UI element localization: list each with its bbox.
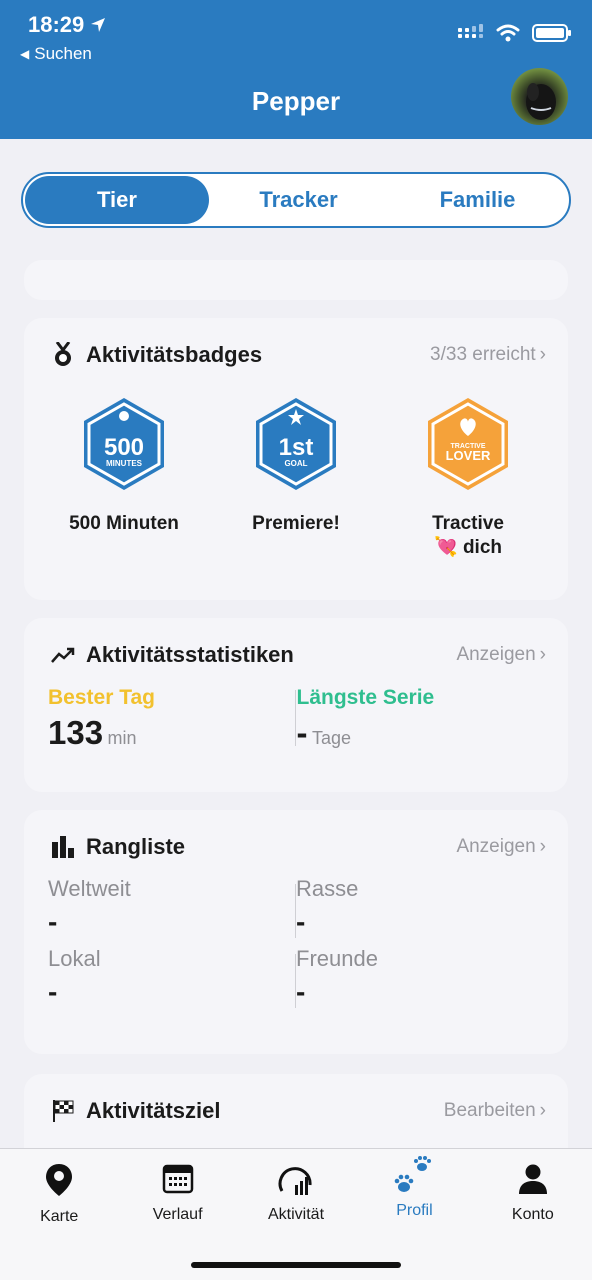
badges-progress-link[interactable]: 3/33 erreicht › [430, 344, 546, 366]
badge-lover-label-line1: Tractive [432, 513, 504, 534]
page-title: Pepper [251, 86, 341, 116]
badge-first-number: 1st [279, 434, 314, 461]
rank-worldwide-value: - [48, 906, 58, 937]
nav-verlauf[interactable]: Verlauf [118, 1163, 236, 1239]
pet-avatar[interactable] [511, 68, 568, 125]
person-icon [518, 1164, 547, 1194]
badge-lover-label-line2: dich [462, 537, 502, 558]
badge-500-number: 500 [104, 434, 144, 461]
battery-icon [532, 24, 571, 42]
rank-breed-label: Rasse [296, 876, 359, 901]
badge-tractive-lover-icon: TRACTIVE LOVER [428, 398, 508, 490]
leaderboard-divider-top [295, 884, 296, 938]
nav-verlauf-label: Verlauf [152, 1206, 203, 1223]
rank-worldwide-label: Weltweit [48, 876, 131, 901]
nav-profil[interactable]: Profil [355, 1156, 473, 1239]
leaderboard-card[interactable]: Rangliste Anzeigen › Weltweit - Rasse - … [24, 810, 568, 1054]
longest-streak-stat: Längste Serie - Tage [296, 686, 545, 752]
heart-arrow-emoji: 💘 [433, 537, 458, 558]
badge-premiere-label: Premiere! [252, 513, 340, 534]
leaderboard-title: Rangliste [86, 834, 186, 859]
badges-title: Aktivitätsbadges [86, 342, 263, 367]
rank-local: Lokal - [48, 946, 296, 1008]
status-indicators [458, 24, 571, 42]
tab-tracker[interactable]: Tracker [209, 176, 388, 224]
cellular-signal-icon [458, 24, 483, 38]
nav-konto-label: Konto [511, 1206, 554, 1223]
rank-breed-value: - [296, 906, 306, 937]
map-pin-icon [46, 1164, 73, 1196]
rank-friends: Freunde - [296, 946, 544, 1008]
best-day-value: 133 [48, 714, 104, 751]
tab-tier[interactable]: Tier [25, 176, 209, 224]
home-indicator [191, 1262, 401, 1268]
wifi-icon [496, 24, 520, 42]
badge-lover-bottom-text: LOVER [446, 448, 491, 463]
nav-aktivitaet[interactable]: Aktivität [237, 1163, 355, 1239]
clock-label: 18:29 [28, 12, 85, 37]
badge-500-label: 500 Minuten [69, 513, 179, 534]
best-day-unit: min [107, 728, 137, 748]
best-day-stat: Bester Tag 133 min [48, 686, 296, 752]
nav-konto[interactable]: Konto [474, 1163, 592, 1239]
back-triangle-icon: ◀ [20, 47, 30, 61]
leaderboard-show-link[interactable]: Anzeigen › [456, 836, 546, 858]
back-to-search-link[interactable]: ◀ Suchen [20, 44, 92, 64]
best-day-label: Bester Tag [48, 686, 155, 709]
badge-premiere[interactable]: 1st GOAL Premiere! [216, 396, 376, 560]
badge-500-caption: MINUTES [106, 459, 143, 468]
badge-tractive-lover[interactable]: TRACTIVE LOVER Tractive 💘 dich [388, 396, 548, 560]
location-arrow-icon [91, 18, 106, 32]
goal-edit-text: Bearbeiten [443, 1100, 536, 1121]
stats-title: Aktivitätsstatistiken [86, 642, 294, 667]
empty-card [24, 260, 568, 300]
goal-title: Aktivitätsziel [86, 1098, 221, 1123]
stats-show-text: Anzeigen [456, 644, 536, 665]
stats-divider [295, 690, 296, 746]
rank-friends-value: - [296, 976, 306, 1007]
chevron-right-icon: › [539, 1100, 546, 1121]
longest-streak-label: Längste Serie [296, 686, 435, 709]
rank-local-label: Lokal [48, 946, 101, 971]
bottom-tab-bar: Karte Verlauf Aktivität Profil Konto [0, 1148, 592, 1280]
leaderboard-divider-bottom [295, 954, 296, 1008]
app-header: 18:29 ◀ Suchen Pepper [0, 0, 592, 139]
checkered-flag-icon [50, 1098, 76, 1124]
goal-edit-link[interactable]: Bearbeiten › [444, 1100, 546, 1122]
stats-show-link[interactable]: Anzeigen › [456, 644, 546, 666]
badge-500-minutes-icon: 500 MINUTES [84, 398, 164, 490]
medal-icon [50, 342, 76, 368]
nav-aktivitaet-label: Aktivität [268, 1206, 325, 1223]
badge-first-goal-icon: 1st GOAL [256, 398, 336, 490]
paw-icon [395, 1156, 432, 1192]
rank-local-value: - [48, 976, 58, 1007]
leaderboard-show-text: Anzeigen [456, 836, 536, 857]
longest-streak-unit: Tage [311, 728, 351, 748]
trending-up-icon [50, 642, 76, 668]
rank-friends-label: Freunde [296, 946, 378, 971]
chevron-right-icon: › [539, 344, 546, 365]
rank-breed: Rasse - [296, 876, 544, 938]
badges-progress-text: 3/33 erreicht [430, 344, 536, 365]
badge-lover-label: Tractive 💘 dich [388, 512, 548, 560]
chevron-right-icon: › [539, 836, 546, 857]
dog-photo-icon [526, 83, 556, 120]
bar-chart-icon [50, 834, 76, 860]
tab-familie[interactable]: Familie [388, 176, 567, 224]
nav-profil-label: Profil [396, 1202, 433, 1219]
nav-karte-label: Karte [40, 1208, 79, 1225]
status-time: 18:29 [28, 12, 106, 38]
nav-karte[interactable]: Karte [0, 1163, 118, 1239]
badge-first-caption: GOAL [284, 459, 307, 468]
back-label: Suchen [34, 44, 92, 63]
chevron-right-icon: › [539, 644, 546, 665]
activity-badges-card[interactable]: Aktivitätsbadges 3/33 erreicht › 500 MIN… [24, 318, 568, 600]
calendar-icon [162, 1164, 193, 1194]
activity-stats-card[interactable]: Aktivitätsstatistiken Anzeigen › Bester … [24, 618, 568, 792]
longest-streak-value: - [296, 714, 308, 751]
badge-500-minutes[interactable]: 500 MINUTES 500 Minuten [44, 396, 204, 560]
profile-segmented-control: Tier Tracker Familie [21, 172, 571, 228]
activity-gauge-icon [278, 1167, 312, 1195]
rank-worldwide: Weltweit - [48, 876, 296, 938]
